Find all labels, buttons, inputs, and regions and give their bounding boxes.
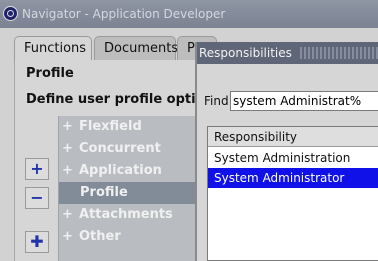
tree-item-profile[interactable]: Profile <box>59 182 195 204</box>
expand-button[interactable]: + <box>25 158 49 180</box>
responsibilities-titlebar[interactable]: Responsibilities <box>197 42 378 64</box>
tab-functions[interactable]: Functions <box>14 36 92 60</box>
tree-item-label: Other <box>79 229 121 244</box>
expand-branch-button[interactable]: ✚ <box>25 231 49 253</box>
tree-item-other[interactable]: + Other <box>59 226 195 248</box>
tree-item-label: Profile <box>80 185 128 200</box>
titlebar-grip <box>300 47 378 59</box>
tree-item-label: Application <box>79 163 162 178</box>
expand-plus-icon[interactable]: + <box>62 138 73 160</box>
column-header-responsibility: Responsibility <box>208 127 378 147</box>
tree-item-flexfield[interactable]: + Flexfield <box>59 116 195 138</box>
list-item[interactable]: System Administration <box>208 148 378 168</box>
expand-plus-icon[interactable]: + <box>62 204 73 226</box>
find-label: Find <box>204 94 229 108</box>
tree-item-label: Flexfield <box>79 119 142 134</box>
expand-plus-icon[interactable]: + <box>62 116 73 138</box>
window-title: Navigator - Application Developer <box>22 7 226 21</box>
tab-documents[interactable]: Documents <box>94 36 178 60</box>
oracle-logo-icon <box>3 6 18 21</box>
tree-item-label: Concurrent <box>79 141 161 156</box>
expand-branch-icon: ✚ <box>30 232 44 251</box>
tree-item-attachments[interactable]: + Attachments <box>59 204 195 226</box>
plus-icon: + <box>30 159 44 178</box>
minus-icon: − <box>30 188 44 207</box>
tree-item-concurrent[interactable]: + Concurrent <box>59 138 195 160</box>
tree-item-application[interactable]: + Application <box>59 160 195 182</box>
responsibilities-title: Responsibilities <box>199 46 292 60</box>
find-input[interactable]: system Administrat% <box>230 91 378 111</box>
function-tree: + Flexfield + Concurrent + Application P… <box>58 116 199 261</box>
responsibility-list: Responsibility System Administration Sys… <box>207 126 378 261</box>
tree-item-label: Attachments <box>79 207 173 222</box>
collapse-button[interactable]: − <box>25 187 49 209</box>
expand-plus-icon[interactable]: + <box>62 226 73 248</box>
expand-plus-icon[interactable]: + <box>62 160 73 182</box>
list-item-selected[interactable]: System Administrator <box>208 168 378 188</box>
window-titlebar[interactable]: Navigator - Application Developer <box>0 0 378 28</box>
function-description: Define user profile option <box>26 92 214 107</box>
responsibilities-window: Responsibilities Find system Administrat… <box>195 42 378 261</box>
function-name: Profile <box>26 66 74 81</box>
